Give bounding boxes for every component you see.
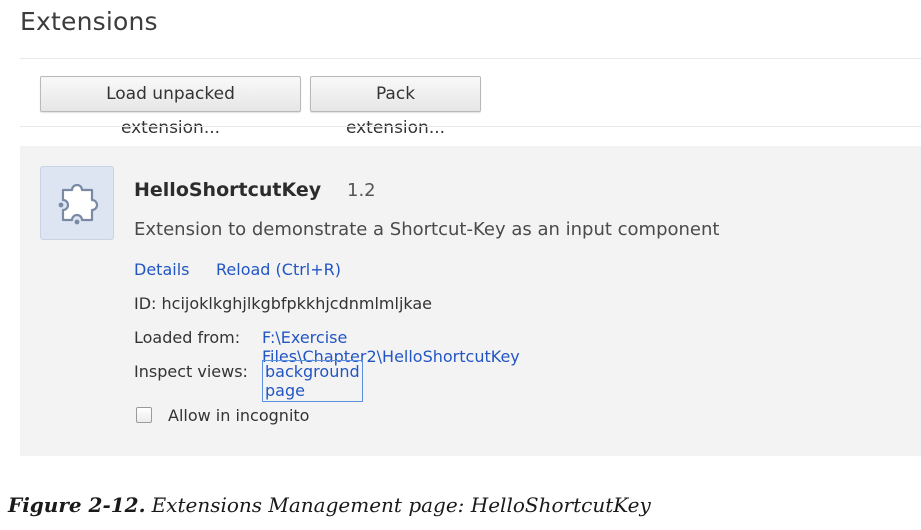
page-title: Extensions bbox=[20, 7, 158, 36]
extension-name: HelloShortcutKey bbox=[134, 179, 322, 201]
extension-card: HelloShortcutKey 1.2 Extension to demons… bbox=[20, 146, 921, 456]
figure-caption-label: Figure 2-12. bbox=[8, 493, 146, 517]
inspect-views-label: Inspect views: bbox=[134, 362, 248, 381]
header-divider bbox=[20, 58, 921, 59]
details-link[interactable]: Details bbox=[134, 260, 189, 279]
reload-link[interactable]: Reload (Ctrl+R) bbox=[216, 260, 341, 279]
extension-version: 1.2 bbox=[347, 180, 376, 201]
extension-description: Extension to demonstrate a Shortcut-Key … bbox=[134, 219, 720, 240]
figure-caption: Figure 2-12. Extensions Management page: … bbox=[8, 493, 651, 517]
load-unpacked-extension-button[interactable]: Load unpacked extension... bbox=[40, 76, 301, 138]
toolbar-divider bbox=[20, 126, 921, 127]
loaded-from-label: Loaded from: bbox=[134, 328, 241, 347]
inspect-views-row: Inspect views: background page bbox=[134, 360, 363, 402]
figure-caption-text: Extensions Management page: HelloShortcu… bbox=[151, 493, 651, 517]
pack-extension-button[interactable]: Pack extension... bbox=[310, 76, 481, 138]
loaded-from-row: Loaded from: F:\Exercise Files\Chapter2\… bbox=[134, 328, 520, 366]
background-page-link[interactable]: background page bbox=[262, 360, 363, 402]
extension-id: ID: hcijoklkghjlkgbfpkkhjcdnmlmljkae bbox=[134, 294, 433, 313]
puzzle-piece-icon bbox=[40, 166, 114, 240]
allow-incognito-checkbox[interactable] bbox=[136, 407, 152, 423]
allow-incognito-label[interactable]: Allow in incognito bbox=[168, 406, 309, 425]
